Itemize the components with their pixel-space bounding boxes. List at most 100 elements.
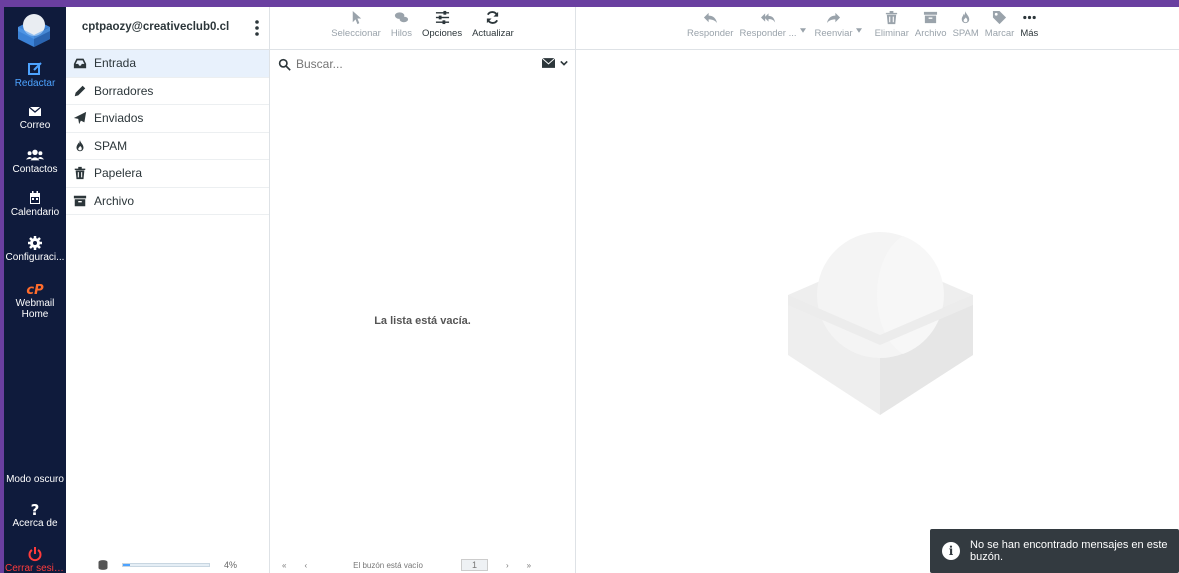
mark-button[interactable]: Marcar bbox=[982, 10, 1018, 49]
nav-label: Configuraci... bbox=[5, 252, 65, 263]
forward-dropdown[interactable] bbox=[855, 10, 872, 49]
folder-label: SPAM bbox=[94, 138, 128, 153]
pencil-icon bbox=[74, 85, 86, 96]
inbox-icon bbox=[73, 58, 87, 69]
refresh-button[interactable]: Actualizar bbox=[468, 10, 518, 49]
page-number-input[interactable]: 1 bbox=[460, 559, 488, 571]
reply-button[interactable]: Responder bbox=[684, 10, 736, 49]
power-icon bbox=[28, 547, 42, 562]
options-label: Opciones bbox=[421, 28, 463, 39]
next-page-button[interactable]: › bbox=[506, 561, 509, 570]
reply-icon bbox=[703, 12, 717, 24]
message-list-panel: Seleccionar Hilos Opciones Actualizar Bu… bbox=[270, 7, 576, 573]
folder-label: Entrada bbox=[94, 56, 137, 71]
forward-label: Reenviar bbox=[814, 28, 853, 39]
select-button[interactable]: Seleccionar bbox=[327, 10, 385, 49]
message-toolbar: Responder Responder ... Reenviar Elimina… bbox=[576, 7, 1179, 50]
folder-inbox[interactable]: Entrada bbox=[66, 50, 269, 78]
spam-label: SPAM bbox=[952, 28, 979, 39]
tag-icon bbox=[993, 10, 1007, 25]
mark-label: Marcar bbox=[984, 28, 1015, 39]
folder-spam[interactable]: SPAM bbox=[66, 133, 269, 160]
caret-down-icon bbox=[799, 28, 806, 33]
threads-label: Hilos bbox=[390, 28, 412, 39]
nav-label: Calendario bbox=[10, 207, 60, 218]
nav-label: Cerrar sesión bbox=[5, 563, 66, 573]
first-page-button[interactable]: « bbox=[282, 561, 286, 570]
database-icon bbox=[98, 560, 108, 570]
folder-archive[interactable]: Archivo bbox=[66, 188, 269, 215]
chevron-down-icon bbox=[560, 60, 568, 66]
forward-button[interactable]: Reenviar bbox=[812, 10, 856, 49]
nav-webmail-home[interactable]: cP Webmail Home bbox=[4, 281, 66, 320]
folder-label: Enviados bbox=[94, 111, 144, 126]
reply-all-button[interactable]: Responder ... bbox=[736, 10, 799, 49]
quota-indicator: 4% bbox=[66, 557, 269, 573]
caret-down-icon bbox=[855, 28, 862, 33]
question-icon: ? bbox=[31, 501, 40, 517]
trash-icon bbox=[886, 10, 898, 25]
trash-icon bbox=[74, 167, 86, 180]
calendar-icon bbox=[30, 191, 40, 204]
comments-icon bbox=[394, 12, 408, 23]
delete-button[interactable]: Eliminar bbox=[872, 10, 912, 49]
quota-bar bbox=[122, 563, 210, 567]
nav-contacts[interactable]: Contactos bbox=[4, 147, 66, 175]
archive-label: Archivo bbox=[914, 28, 947, 39]
folder-drafts[interactable]: Borradores bbox=[66, 78, 269, 105]
sliders-icon bbox=[435, 10, 449, 25]
main-nav: Redactar Correo Contactos Calendario Con… bbox=[4, 7, 66, 573]
quota-percent: 4% bbox=[224, 560, 238, 570]
delete-label: Eliminar bbox=[874, 28, 909, 39]
compose-icon bbox=[28, 62, 42, 75]
search-scope-selector[interactable] bbox=[542, 58, 568, 68]
paper-plane-icon bbox=[73, 112, 87, 125]
nav-logout[interactable]: Cerrar sesión bbox=[4, 546, 66, 573]
fire-icon bbox=[76, 139, 84, 151]
svg-text:cP: cP bbox=[26, 283, 44, 297]
search-input[interactable] bbox=[296, 57, 516, 71]
users-icon bbox=[26, 149, 44, 161]
toast-message: No se han encontrado mensajes en este bu… bbox=[970, 539, 1168, 563]
nav-mail[interactable]: Correo bbox=[4, 103, 66, 131]
forward-icon bbox=[826, 12, 841, 24]
last-page-button[interactable]: » bbox=[527, 561, 531, 570]
folder-label: Archivo bbox=[94, 193, 135, 208]
refresh-icon bbox=[487, 11, 499, 24]
nav-about[interactable]: ? Acerca de bbox=[4, 501, 66, 529]
nav-calendar[interactable]: Calendario bbox=[4, 190, 66, 218]
more-button[interactable]: Más bbox=[1017, 10, 1041, 49]
preview-panel: Responder Responder ... Reenviar Elimina… bbox=[576, 7, 1179, 573]
ellipsis-icon bbox=[1023, 15, 1036, 20]
archive-button[interactable]: Archivo bbox=[912, 10, 950, 49]
spam-button[interactable]: SPAM bbox=[950, 10, 982, 49]
nav-settings[interactable]: Configuraci... bbox=[4, 235, 66, 263]
roundcube-logo[interactable] bbox=[14, 11, 54, 49]
nav-dark-mode[interactable]: Modo oscuro bbox=[4, 457, 66, 485]
list-toolbar: Seleccionar Hilos Opciones Actualizar bbox=[270, 7, 575, 50]
threads-button[interactable]: Hilos bbox=[387, 10, 416, 49]
quota-fill bbox=[123, 564, 130, 566]
mailbox-status: El buzón está vacío bbox=[353, 560, 423, 570]
nav-label: Redactar bbox=[14, 78, 56, 89]
empty-list-message: La lista está vacía. bbox=[374, 315, 471, 327]
folder-trash[interactable]: Papelera bbox=[66, 160, 269, 188]
folder-sent[interactable]: Enviados bbox=[66, 105, 269, 133]
search-icon bbox=[278, 58, 291, 71]
notification-toast[interactable]: i No se han encontrado mensajes en este … bbox=[930, 529, 1179, 573]
moon-icon bbox=[31, 459, 37, 471]
nav-compose[interactable]: Redactar bbox=[4, 61, 66, 89]
prev-page-button[interactable]: ‹ bbox=[304, 561, 307, 570]
nav-label: Webmail Home bbox=[15, 298, 55, 320]
nav-label: Acerca de bbox=[12, 518, 58, 529]
more-label: Más bbox=[1020, 28, 1039, 39]
envelope-icon bbox=[542, 58, 555, 68]
list-pager: « ‹ El buzón está vacío 1 › » bbox=[270, 557, 575, 573]
reply-all-dropdown[interactable] bbox=[799, 10, 812, 49]
archive-icon bbox=[73, 195, 87, 206]
watermark-logo bbox=[788, 232, 973, 415]
vertical-dots-icon[interactable] bbox=[253, 20, 261, 36]
options-button[interactable]: Opciones bbox=[418, 10, 466, 49]
account-email: cptpaozy@creativeclub0.cl bbox=[81, 21, 230, 33]
refresh-label: Actualizar bbox=[472, 28, 514, 39]
